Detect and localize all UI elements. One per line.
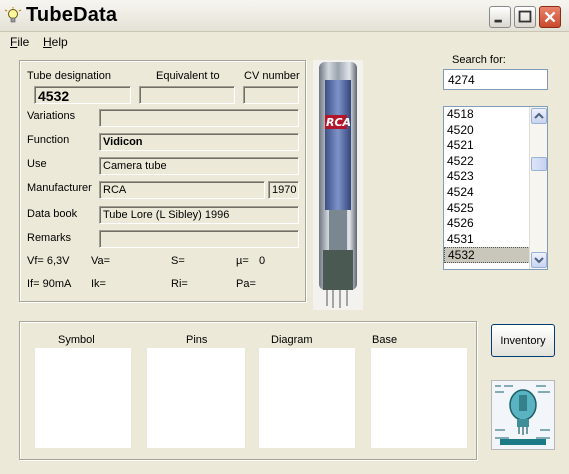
- window-title: TubeData: [26, 4, 118, 26]
- list-item[interactable]: 4526: [444, 216, 530, 232]
- use-label: Use: [27, 158, 47, 170]
- ik-value: Ik=: [91, 278, 106, 290]
- remarks-field[interactable]: [99, 230, 299, 248]
- variations-field[interactable]: [99, 109, 299, 127]
- function-label: Function: [27, 134, 70, 146]
- list-item[interactable]: 4521: [444, 138, 530, 154]
- year-field[interactable]: 1970: [268, 181, 299, 199]
- list-item[interactable]: 4522: [444, 154, 530, 170]
- lightbulb-icon: [4, 7, 22, 23]
- base-label: Base: [372, 334, 398, 346]
- mu-value: 0: [259, 255, 266, 267]
- list-item[interactable]: 4525: [444, 201, 530, 217]
- vidicon-tube-image: RCA: [319, 62, 357, 308]
- diagram-panel: [259, 348, 355, 448]
- manufacturer-label: Manufacturer: [27, 182, 92, 194]
- diagram-label: Diagram: [271, 334, 313, 346]
- tube-designation-label: Tube designation: [27, 70, 111, 82]
- menu-file[interactable]: File: [10, 35, 29, 49]
- pins-label: Pins: [186, 334, 208, 346]
- list-item[interactable]: 4523: [444, 169, 530, 185]
- function-field[interactable]: Vidicon: [99, 133, 299, 151]
- maximize-button[interactable]: [514, 6, 536, 28]
- manufacturer-field[interactable]: RCA: [99, 181, 265, 199]
- minimize-button[interactable]: [489, 6, 511, 28]
- list-item[interactable]: 4520: [444, 123, 530, 139]
- va-value: Va=: [91, 255, 111, 267]
- menu-help[interactable]: Help: [43, 35, 68, 49]
- remarks-label: Remarks: [27, 232, 72, 244]
- list-item[interactable]: 4518: [444, 107, 530, 123]
- search-label: Search for:: [452, 54, 506, 66]
- ri-value: Ri=: [171, 278, 188, 290]
- chevron-down-icon: [534, 257, 544, 264]
- pins-panel: [147, 348, 245, 448]
- equivalent-field[interactable]: [139, 86, 235, 104]
- symbol-label: Symbol: [58, 334, 95, 346]
- title-bar: TubeData: [0, 0, 569, 32]
- minimize-icon: [494, 19, 502, 23]
- base-panel: [371, 348, 467, 448]
- scroll-up-button[interactable]: [531, 108, 547, 124]
- search-input[interactable]: [443, 69, 548, 90]
- scroll-down-button[interactable]: [531, 252, 547, 268]
- tube-logo-icon: [492, 381, 554, 449]
- equivalent-label: Equivalent to: [156, 70, 220, 82]
- list-item[interactable]: 4524: [444, 185, 530, 201]
- tube-listbox[interactable]: 4518 4520 4521 4522 4523 4524 4525 4526 4531 4532: [443, 106, 548, 270]
- cv-number-field[interactable]: [243, 86, 299, 104]
- symbol-panel: [35, 348, 131, 448]
- cv-number-label: CV number: [244, 70, 300, 82]
- maximize-icon: [518, 10, 532, 23]
- mu-label: µ=: [236, 255, 249, 267]
- tube-photo: RCA: [313, 60, 363, 310]
- list-scrollbar[interactable]: [529, 107, 547, 269]
- if-value: If= 90mA: [27, 278, 72, 290]
- s-value: S=: [171, 255, 185, 267]
- databook-field[interactable]: Tube Lore (L Sibley) 1996: [99, 206, 299, 224]
- scroll-thumb[interactable]: [531, 157, 547, 171]
- tube-designation-field[interactable]: 4532: [34, 86, 131, 104]
- vf-value: Vf= 6,3V: [27, 255, 70, 267]
- list-item[interactable]: 4531: [444, 232, 530, 248]
- tubedata-logo: [491, 380, 555, 450]
- svg-text:RCA: RCA: [326, 116, 351, 129]
- variations-label: Variations: [27, 110, 76, 122]
- close-button[interactable]: [539, 6, 561, 28]
- use-field[interactable]: Camera tube: [99, 157, 299, 175]
- inventory-button[interactable]: Inventory: [491, 324, 555, 357]
- list-item[interactable]: 4532: [444, 247, 530, 263]
- menu-bar: File Help: [0, 33, 569, 52]
- pa-value: Pa=: [236, 278, 256, 290]
- close-icon: [544, 11, 556, 23]
- chevron-up-icon: [534, 112, 544, 119]
- databook-label: Data book: [27, 208, 78, 220]
